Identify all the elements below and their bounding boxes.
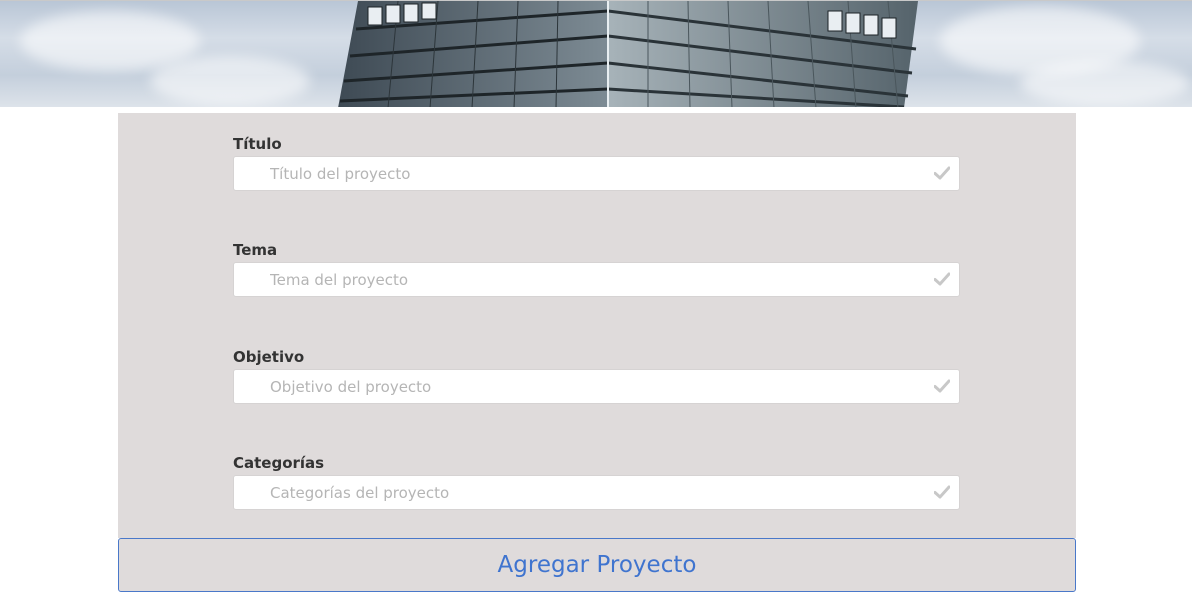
building-photo bbox=[338, 1, 918, 107]
topic-label: Tema bbox=[233, 241, 278, 259]
title-input[interactable] bbox=[234, 157, 924, 190]
objective-input-wrapper bbox=[233, 369, 960, 404]
topic-input-wrapper bbox=[233, 262, 960, 297]
topic-input[interactable] bbox=[234, 263, 924, 296]
objective-label: Objetivo bbox=[233, 348, 305, 366]
categories-label: Categorías bbox=[233, 454, 325, 472]
add-project-button[interactable]: Agregar Proyecto bbox=[118, 538, 1076, 592]
check-icon bbox=[934, 272, 950, 286]
categories-input[interactable] bbox=[234, 476, 924, 509]
check-icon bbox=[934, 166, 950, 180]
title-label: Título bbox=[233, 135, 282, 153]
check-icon bbox=[934, 379, 950, 393]
title-input-wrapper bbox=[233, 156, 960, 191]
project-form: Título Tema Objetivo Categorías bbox=[118, 113, 1076, 538]
categories-input-wrapper bbox=[233, 475, 960, 510]
check-icon bbox=[934, 485, 950, 499]
header-banner-image bbox=[0, 0, 1192, 107]
objective-input[interactable] bbox=[234, 370, 924, 403]
